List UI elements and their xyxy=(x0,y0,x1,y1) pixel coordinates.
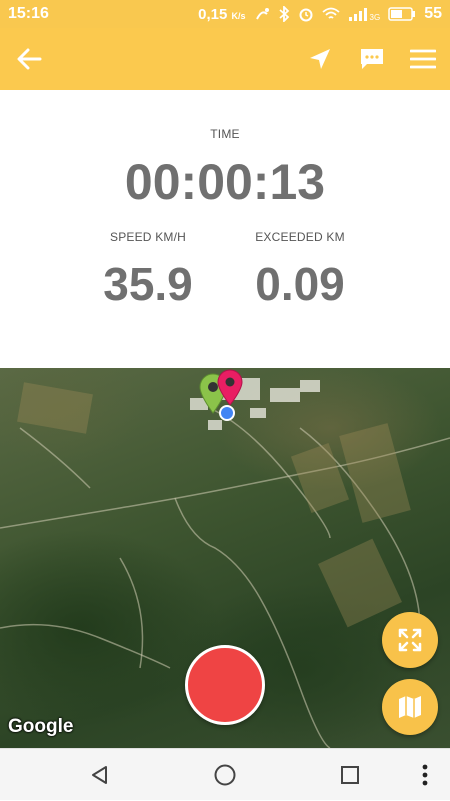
tracking-stats-panel: TIME 00:00:13 SPEED KM/H 35.9 EXCEEDED K… xyxy=(0,90,450,368)
map-layers-button[interactable] xyxy=(382,679,438,735)
battery-icon xyxy=(388,7,416,21)
time-label: TIME xyxy=(210,127,240,141)
alarm-icon xyxy=(299,8,313,22)
battery-level: 55 xyxy=(424,5,442,22)
back-button[interactable] xyxy=(4,28,54,90)
navigation-button[interactable] xyxy=(295,28,345,90)
nfc-icon xyxy=(255,8,269,20)
status-bar: 15:16 0,15 K/s 3G 55 xyxy=(0,0,450,28)
navigation-icon xyxy=(310,49,330,69)
distance-label: EXCEEDED KM xyxy=(255,230,345,244)
google-attribution: Google xyxy=(8,716,74,737)
record-button[interactable] xyxy=(185,645,265,725)
more-dots-icon xyxy=(422,764,428,786)
speed-label: SPEED KM/H xyxy=(109,230,186,244)
arrow-left-icon xyxy=(17,48,42,70)
signal-icon xyxy=(348,8,367,21)
message-button[interactable] xyxy=(347,28,397,90)
pink-pin-icon xyxy=(217,369,243,406)
wifi-icon xyxy=(321,7,340,19)
home-circle-icon xyxy=(214,764,236,786)
bluetooth-icon xyxy=(278,6,289,22)
nav-home-button[interactable] xyxy=(200,749,250,801)
app-toolbar xyxy=(0,28,450,90)
speed-value: 35.9 xyxy=(103,258,193,310)
nav-recents-button[interactable] xyxy=(325,749,375,801)
back-triangle-icon xyxy=(92,766,107,784)
status-time: 15:16 xyxy=(8,5,49,22)
fullscreen-icon xyxy=(398,628,422,652)
current-location-dot xyxy=(219,405,235,421)
status-icons: 0,15 K/s 3G 55 xyxy=(198,5,442,23)
network-type: 3G xyxy=(369,12,381,22)
net-speed: 0,15 K/s xyxy=(198,5,246,23)
menu-icon xyxy=(410,49,436,69)
fullscreen-button[interactable] xyxy=(382,612,438,668)
nav-back-button[interactable] xyxy=(75,749,125,801)
menu-button[interactable] xyxy=(398,28,448,90)
system-nav-bar xyxy=(0,748,450,800)
nav-more-button[interactable] xyxy=(400,749,450,801)
message-icon xyxy=(361,49,383,69)
recents-square-icon xyxy=(341,766,359,784)
map-icon xyxy=(399,696,421,718)
distance-value: 0.09 xyxy=(255,258,345,310)
time-value: 00:00:13 xyxy=(124,154,326,210)
